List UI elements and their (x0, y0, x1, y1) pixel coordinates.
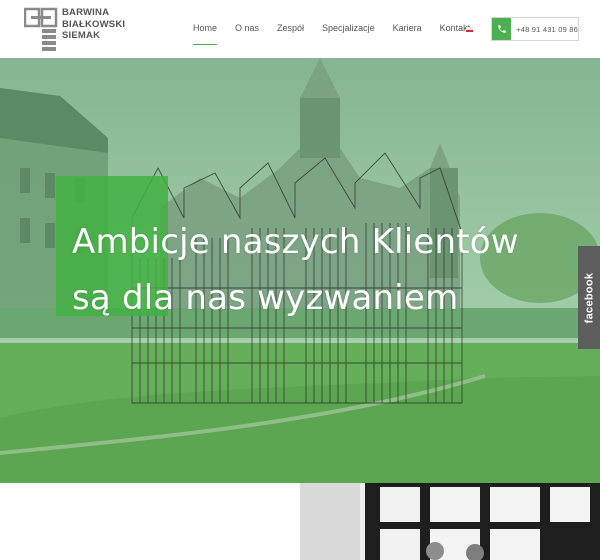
main-nav: Home O nas Zespół Specjalizacje Kariera … (193, 23, 488, 45)
site-header: BARWINA BIAŁKOWSKI SIEMAK Home O nas Zes… (0, 0, 600, 58)
nav-item-kariera[interactable]: Kariera (393, 23, 422, 33)
nav-item-specjalizacje[interactable]: Specjalizacje (322, 23, 375, 33)
logo-mark-icon (23, 6, 60, 52)
facebook-tab-label: facebook (583, 272, 596, 323)
phone-icon (492, 18, 512, 40)
phone-button[interactable]: +48 91 431 09 86 (491, 17, 579, 41)
hero-section: Ambicje naszych Klientów są dla nas wyzw… (0, 58, 600, 483)
phone-number: +48 91 431 09 86 (516, 24, 578, 34)
hero-title-line-2: są dla nas wyzwaniem (72, 278, 459, 318)
facebook-tab[interactable]: facebook (578, 246, 600, 349)
nav-item-home[interactable]: Home (193, 23, 218, 45)
hero-title-line-1: Ambicje naszych Klientów (72, 222, 519, 262)
logo-line-2: BIAŁKOWSKI (62, 18, 126, 30)
hero-title: Ambicje naszych Klientów są dla nas wyzw… (72, 214, 592, 326)
about-section (0, 483, 600, 560)
logo-line-3: SIEMAK (62, 30, 101, 41)
nav-item-zespol[interactable]: Zespół (277, 23, 304, 33)
flag-pl-icon[interactable] (466, 27, 473, 32)
logo[interactable]: BARWINA BIAŁKOWSKI SIEMAK (23, 6, 125, 52)
team-photo (300, 483, 600, 560)
logo-text: BARWINA BIAŁKOWSKI SIEMAK (62, 6, 125, 42)
nav-item-o-nas[interactable]: O nas (235, 23, 259, 33)
logo-line-1: BARWINA (62, 7, 110, 18)
